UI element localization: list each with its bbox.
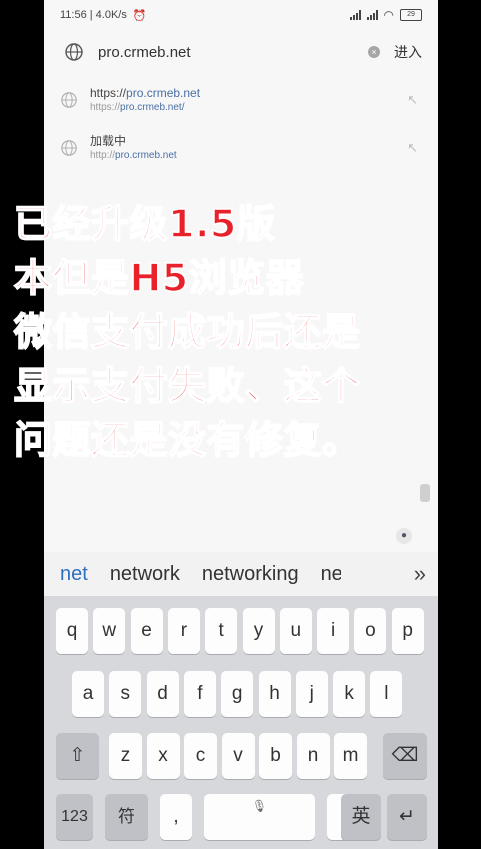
voice-bubble-icon[interactable]: ● xyxy=(396,528,412,544)
key-g[interactable]: g xyxy=(221,671,254,717)
caption-line: 本但是H5浏览器 xyxy=(13,255,305,301)
fill-arrow-icon[interactable]: ↖ xyxy=(407,140,418,156)
space-key[interactable]: 🎙 xyxy=(204,794,315,840)
caption-line: 显示支付失败、这个 xyxy=(13,363,361,409)
key-o[interactable]: o xyxy=(354,608,387,654)
candidate-word[interactable]: network xyxy=(110,563,180,586)
globe-icon xyxy=(65,43,83,61)
key-c[interactable]: c xyxy=(184,733,217,779)
enter-key[interactable]: ↵ xyxy=(387,794,427,840)
key-b[interactable]: b xyxy=(259,733,292,779)
key-y[interactable]: y xyxy=(242,608,275,654)
caption-line: 问题还是没有修复。 xyxy=(13,417,361,463)
key-r[interactable]: r xyxy=(167,608,200,654)
clear-icon[interactable]: × xyxy=(368,46,380,58)
lang-key[interactable]: 英 xyxy=(341,794,381,840)
suggestion-url: http://pro.crmeb.net xyxy=(90,150,177,161)
key-q[interactable]: q xyxy=(56,608,88,654)
key-i[interactable]: i xyxy=(317,608,350,654)
battery-icon: 29 xyxy=(400,9,422,21)
key-s[interactable]: s xyxy=(109,671,142,717)
candidate-word[interactable]: networking xyxy=(202,563,299,586)
status-time: 11:56 | 4.0K/s xyxy=(60,9,127,21)
key-w[interactable]: w xyxy=(93,608,126,654)
candidate-word[interactable]: ne xyxy=(321,563,341,586)
suggestion-url: https://pro.crmeb.net/ xyxy=(90,102,185,113)
key-z[interactable]: z xyxy=(109,733,142,779)
keyboard: qwertyuiop asdfghjkl zxcvbnm ⇧ ⌫ 123 符 ,… xyxy=(44,596,438,849)
backspace-key[interactable]: ⌫ xyxy=(383,733,427,779)
wifi-icon: ◠ xyxy=(383,8,394,22)
mic-icon: 🎙 xyxy=(251,799,268,813)
shift-key[interactable]: ⇧ xyxy=(56,733,99,779)
key-k[interactable]: k xyxy=(333,671,366,717)
fill-arrow-icon[interactable]: ↖ xyxy=(407,92,418,108)
suggestion-item[interactable]: https://pro.crmeb.net https://pro.crmeb.… xyxy=(44,80,438,120)
url-input[interactable] xyxy=(96,42,368,62)
caption-overlay: 已经升级1.5版 本但是H5浏览器 微信支付成功后还是 显示支付失败、这个 问题… xyxy=(13,197,474,467)
key-d[interactable]: d xyxy=(146,671,179,717)
address-bar: × 进入 xyxy=(44,34,438,70)
enter-button[interactable]: 进入 xyxy=(394,42,422,62)
key-h[interactable]: h xyxy=(258,671,291,717)
key-l[interactable]: l xyxy=(370,671,403,717)
candidate-bar: net network networking ne » xyxy=(44,552,438,596)
key-f[interactable]: f xyxy=(183,671,216,717)
side-handle xyxy=(420,484,430,502)
signal-icon-2 xyxy=(366,10,378,20)
suggestion-title: https://pro.crmeb.net xyxy=(90,86,201,100)
key-u[interactable]: u xyxy=(279,608,312,654)
num-key[interactable]: 123 xyxy=(56,794,93,840)
key-x[interactable]: x xyxy=(146,733,180,779)
alarm-icon: ⏰ xyxy=(132,9,147,22)
key-p[interactable]: p xyxy=(391,608,424,654)
globe-icon xyxy=(61,92,77,108)
key-j[interactable]: j xyxy=(295,671,328,717)
key-t[interactable]: t xyxy=(205,608,238,654)
caption-line: 微信支付成功后还是 xyxy=(13,309,361,355)
status-bar: 11:56 | 4.0K/s ⏰ ◠ 29 xyxy=(44,0,438,30)
suggestion-item[interactable]: 加载中 http://pro.crmeb.net ↖ xyxy=(44,128,438,168)
key-m[interactable]: m xyxy=(334,733,367,779)
signal-icon xyxy=(349,10,361,20)
suggestion-title: 加载中 xyxy=(90,134,127,148)
key-e[interactable]: e xyxy=(130,608,163,654)
key-v[interactable]: v xyxy=(221,733,255,779)
caption-line: 已经升级1.5版 xyxy=(13,201,276,247)
candidate-word[interactable]: net xyxy=(60,563,88,586)
key-a[interactable]: a xyxy=(72,671,104,717)
key-n[interactable]: n xyxy=(296,733,330,779)
globe-icon xyxy=(61,140,77,156)
symbol-key[interactable]: 符 xyxy=(105,794,148,840)
chevron-right-icon[interactable]: » xyxy=(414,561,426,587)
comma-key[interactable]: , xyxy=(160,794,192,840)
